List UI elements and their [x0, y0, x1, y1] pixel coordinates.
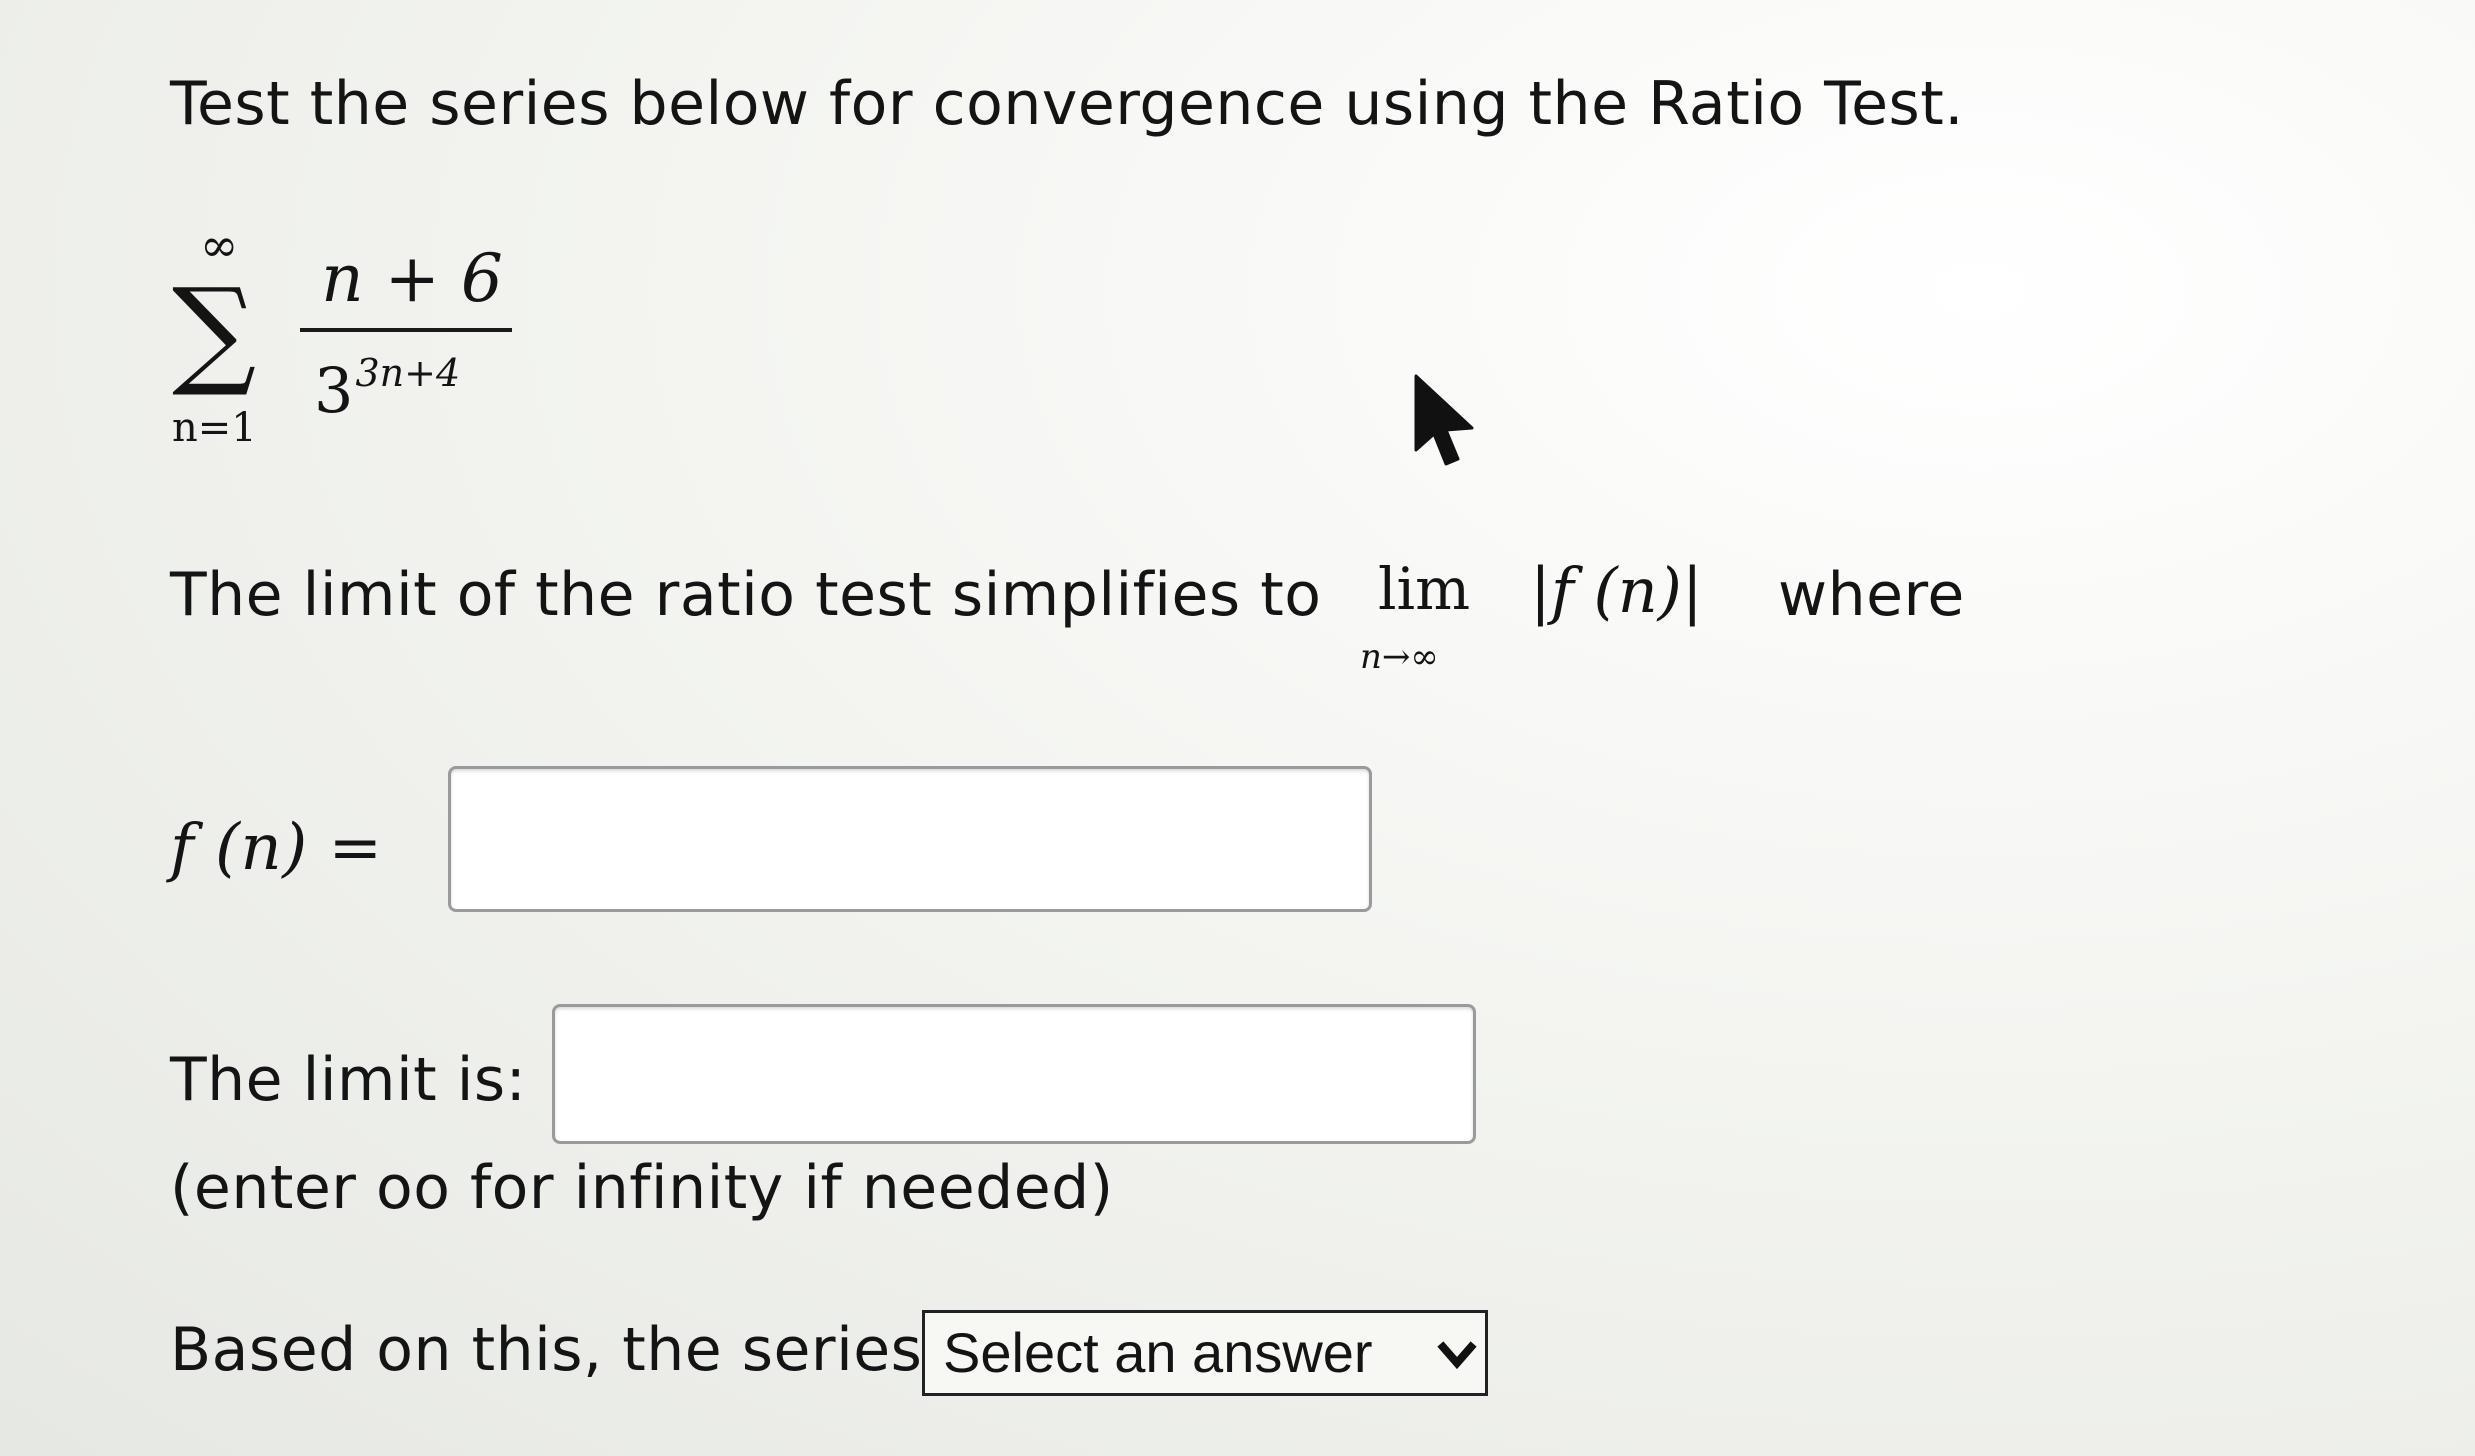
- lim-subscript: n→∞: [1360, 637, 1439, 677]
- fraction-denominator: 33n+4: [314, 354, 460, 422]
- abs-f-expression: |f (n)|: [1530, 554, 1703, 627]
- sigma-symbol: ∑: [172, 262, 257, 400]
- sum-lower-limit: n=1: [172, 405, 257, 451]
- mouse-pointer-icon: [1414, 374, 1474, 466]
- chevron-down-icon: [1437, 1341, 1477, 1370]
- fn-input[interactable]: [448, 766, 1372, 912]
- fraction-numerator: n + 6: [321, 240, 503, 317]
- fraction-bar: [300, 328, 512, 332]
- instruction-text: Test the series below for convergence us…: [170, 69, 1964, 139]
- conclusion-label: Based on this, the series: [170, 1315, 923, 1385]
- limit-label: The limit is:: [170, 1045, 527, 1115]
- limit-description: The limit of the ratio test simplifies t…: [170, 560, 1322, 630]
- conclusion-select-value: Select an answer: [943, 1321, 1373, 1384]
- limit-hint: (enter oo for infinity if needed): [170, 1153, 1114, 1223]
- page: Test the series below for convergence us…: [0, 0, 2475, 1456]
- conclusion-select[interactable]: Select an answer: [922, 1310, 1488, 1396]
- limit-input[interactable]: [552, 1004, 1476, 1144]
- fn-label: f (n) =: [170, 811, 383, 885]
- denominator-exponent: 3n+4: [355, 351, 461, 395]
- lim-operator: lim: [1378, 555, 1471, 623]
- where-word: where: [1778, 560, 1965, 630]
- denominator-base: 3: [314, 354, 354, 427]
